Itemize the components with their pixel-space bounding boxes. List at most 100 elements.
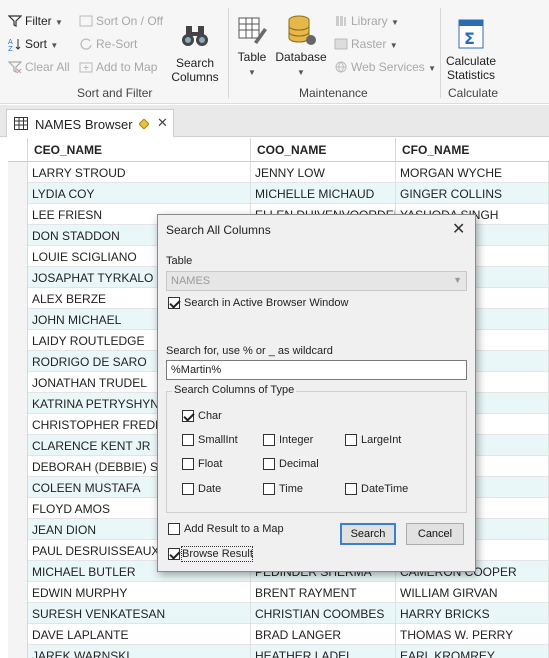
raster-button[interactable]: Raster ▼ bbox=[334, 37, 398, 51]
type-datetime-checkbox[interactable] bbox=[345, 483, 357, 495]
close-icon[interactable]: ✕ bbox=[157, 115, 168, 131]
table-row[interactable]: LYDIA COY MICHELLE MICHAUD GINGER COLLINS bbox=[8, 183, 549, 204]
coo-cell[interactable]: CHRISTIAN COOMBES bbox=[251, 603, 396, 624]
type-time-checkbox[interactable] bbox=[263, 483, 275, 495]
row-header[interactable] bbox=[8, 372, 28, 393]
funnel-icon bbox=[8, 15, 22, 27]
sort-on-off-button[interactable]: Sort On / Off bbox=[79, 14, 163, 28]
coo-cell[interactable]: BRAD LANGER bbox=[251, 624, 396, 645]
row-header[interactable] bbox=[8, 435, 28, 456]
row-header[interactable] bbox=[8, 414, 28, 435]
close-icon[interactable]: ✕ bbox=[452, 219, 465, 239]
add-result-map-checkbox[interactable] bbox=[168, 523, 180, 535]
type-smallint-checkbox[interactable] bbox=[182, 434, 194, 446]
svg-text:Z: Z bbox=[8, 45, 13, 51]
row-header[interactable] bbox=[8, 267, 28, 288]
cfo-cell[interactable]: HARRY BRICKS bbox=[396, 603, 549, 624]
sort-az-icon: AZ bbox=[8, 38, 21, 51]
type-largeint-checkbox[interactable] bbox=[345, 434, 357, 446]
row-header[interactable] bbox=[8, 330, 28, 351]
row-header[interactable] bbox=[8, 225, 28, 246]
type-smallint-label: SmallInt bbox=[198, 434, 238, 446]
pin-diamond-icon[interactable] bbox=[139, 119, 149, 129]
calculate-statistics-button[interactable]: Σ Calculate Statistics bbox=[443, 18, 499, 82]
cfo-cell[interactable]: GINGER COLLINS bbox=[396, 183, 549, 204]
web-services-button[interactable]: Web Services ▼ bbox=[334, 60, 436, 74]
row-header[interactable] bbox=[8, 603, 28, 624]
column-header-coo[interactable]: COO_NAME bbox=[251, 138, 396, 162]
ceo-cell[interactable]: EDWIN MURPHY bbox=[28, 582, 251, 603]
search-columns-button[interactable]: Search Columns bbox=[168, 20, 222, 84]
ceo-cell[interactable]: LARRY STROUD bbox=[28, 162, 251, 183]
column-header-cfo[interactable]: CFO_NAME bbox=[396, 138, 549, 162]
database-button[interactable]: Database ▼ bbox=[274, 14, 328, 80]
table-row[interactable]: JAREK WARNSKI HEATHER LADEL EARL KROMREY bbox=[8, 645, 549, 658]
row-header[interactable] bbox=[8, 540, 28, 561]
type-char-label: Char bbox=[198, 410, 222, 422]
ceo-cell[interactable]: JAREK WARNSKI bbox=[28, 645, 251, 658]
table-row[interactable]: LARRY STROUD JENNY LOW MORGAN WYCHE bbox=[8, 162, 549, 183]
table-button[interactable]: Table ▼ bbox=[234, 14, 270, 80]
dialog-title: Search All Columns bbox=[166, 223, 271, 237]
search-active-checkbox[interactable] bbox=[168, 297, 180, 309]
group-label-maintenance: Maintenance bbox=[299, 86, 368, 100]
table-row[interactable]: EDWIN MURPHY BRENT RAYMENT WILLIAM GIRVAN bbox=[8, 582, 549, 603]
table-select-value: NAMES bbox=[171, 275, 211, 287]
row-header[interactable] bbox=[8, 246, 28, 267]
group-label-sort-filter: Sort and Filter bbox=[77, 86, 153, 100]
row-header[interactable] bbox=[8, 645, 28, 658]
ceo-cell[interactable]: DAVE LAPLANTE bbox=[28, 624, 251, 645]
coo-cell[interactable]: MICHELLE MICHAUD bbox=[251, 183, 396, 204]
group-label-calculate: Calculate bbox=[448, 86, 499, 100]
row-header[interactable] bbox=[8, 456, 28, 477]
table-row[interactable]: SURESH VENKATESAN CHRISTIAN COOMBES HARRY … bbox=[8, 603, 549, 624]
row-header[interactable] bbox=[8, 498, 28, 519]
type-integer-checkbox[interactable] bbox=[263, 434, 275, 446]
type-decimal-checkbox[interactable] bbox=[263, 458, 275, 470]
table-row[interactable]: DAVE LAPLANTE BRAD LANGER THOMAS W. PERRY bbox=[8, 624, 549, 645]
cfo-cell[interactable]: MORGAN WYCHE bbox=[396, 162, 549, 183]
row-header[interactable] bbox=[8, 582, 28, 603]
cfo-cell[interactable]: THOMAS W. PERRY bbox=[396, 624, 549, 645]
chevron-down-icon: ▼ bbox=[428, 64, 437, 73]
row-header[interactable] bbox=[8, 309, 28, 330]
row-header[interactable] bbox=[8, 624, 28, 645]
row-header[interactable] bbox=[8, 519, 28, 540]
tab-names-browser[interactable]: NAMES Browser ✕ bbox=[6, 109, 174, 137]
cancel-button[interactable]: Cancel bbox=[406, 523, 464, 545]
table-tools-icon bbox=[238, 17, 267, 44]
table-select[interactable]: NAMES ▼ bbox=[166, 271, 467, 291]
column-header-ceo[interactable]: CEO_NAME bbox=[28, 138, 251, 162]
re-sort-button[interactable]: Re-Sort bbox=[79, 37, 137, 51]
coo-cell[interactable]: JENNY LOW bbox=[251, 162, 396, 183]
row-header[interactable] bbox=[8, 204, 28, 225]
row-header[interactable] bbox=[8, 183, 28, 204]
search-input[interactable]: %Martin% bbox=[166, 360, 467, 380]
search-button[interactable]: Search bbox=[340, 523, 396, 545]
filter-button[interactable]: Filter ▼ bbox=[8, 14, 63, 28]
type-date-checkbox[interactable] bbox=[182, 483, 194, 495]
cfo-cell[interactable]: EARL KROMREY bbox=[396, 645, 549, 658]
row-header[interactable] bbox=[8, 162, 28, 183]
type-char-checkbox[interactable] bbox=[182, 410, 194, 422]
cfo-cell[interactable]: WILLIAM GIRVAN bbox=[396, 582, 549, 603]
add-to-map-button[interactable]: Add to Map bbox=[79, 60, 157, 74]
row-header-corner bbox=[8, 138, 28, 162]
coo-cell[interactable]: HEATHER LADEL bbox=[251, 645, 396, 658]
ceo-cell[interactable]: LYDIA COY bbox=[28, 183, 251, 204]
clear-all-button[interactable]: Clear All bbox=[8, 60, 70, 74]
row-header[interactable] bbox=[8, 393, 28, 414]
browse-result-checkbox[interactable] bbox=[168, 548, 180, 560]
search-all-columns-dialog: Search All Columns ✕ Table NAMES ▼ Searc… bbox=[157, 214, 476, 572]
sort-button[interactable]: A Z Sort ▼ bbox=[8, 37, 58, 51]
row-header[interactable] bbox=[8, 477, 28, 498]
library-button[interactable]: Library ▼ bbox=[334, 14, 399, 28]
ceo-cell[interactable]: SURESH VENKATESAN bbox=[28, 603, 251, 624]
coo-cell[interactable]: BRENT RAYMENT bbox=[251, 582, 396, 603]
row-header[interactable] bbox=[8, 288, 28, 309]
ribbon-divider bbox=[440, 8, 441, 98]
add-result-map-label: Add Result to a Map bbox=[184, 523, 284, 535]
type-float-checkbox[interactable] bbox=[182, 458, 194, 470]
row-header[interactable] bbox=[8, 351, 28, 372]
row-header[interactable] bbox=[8, 561, 28, 582]
